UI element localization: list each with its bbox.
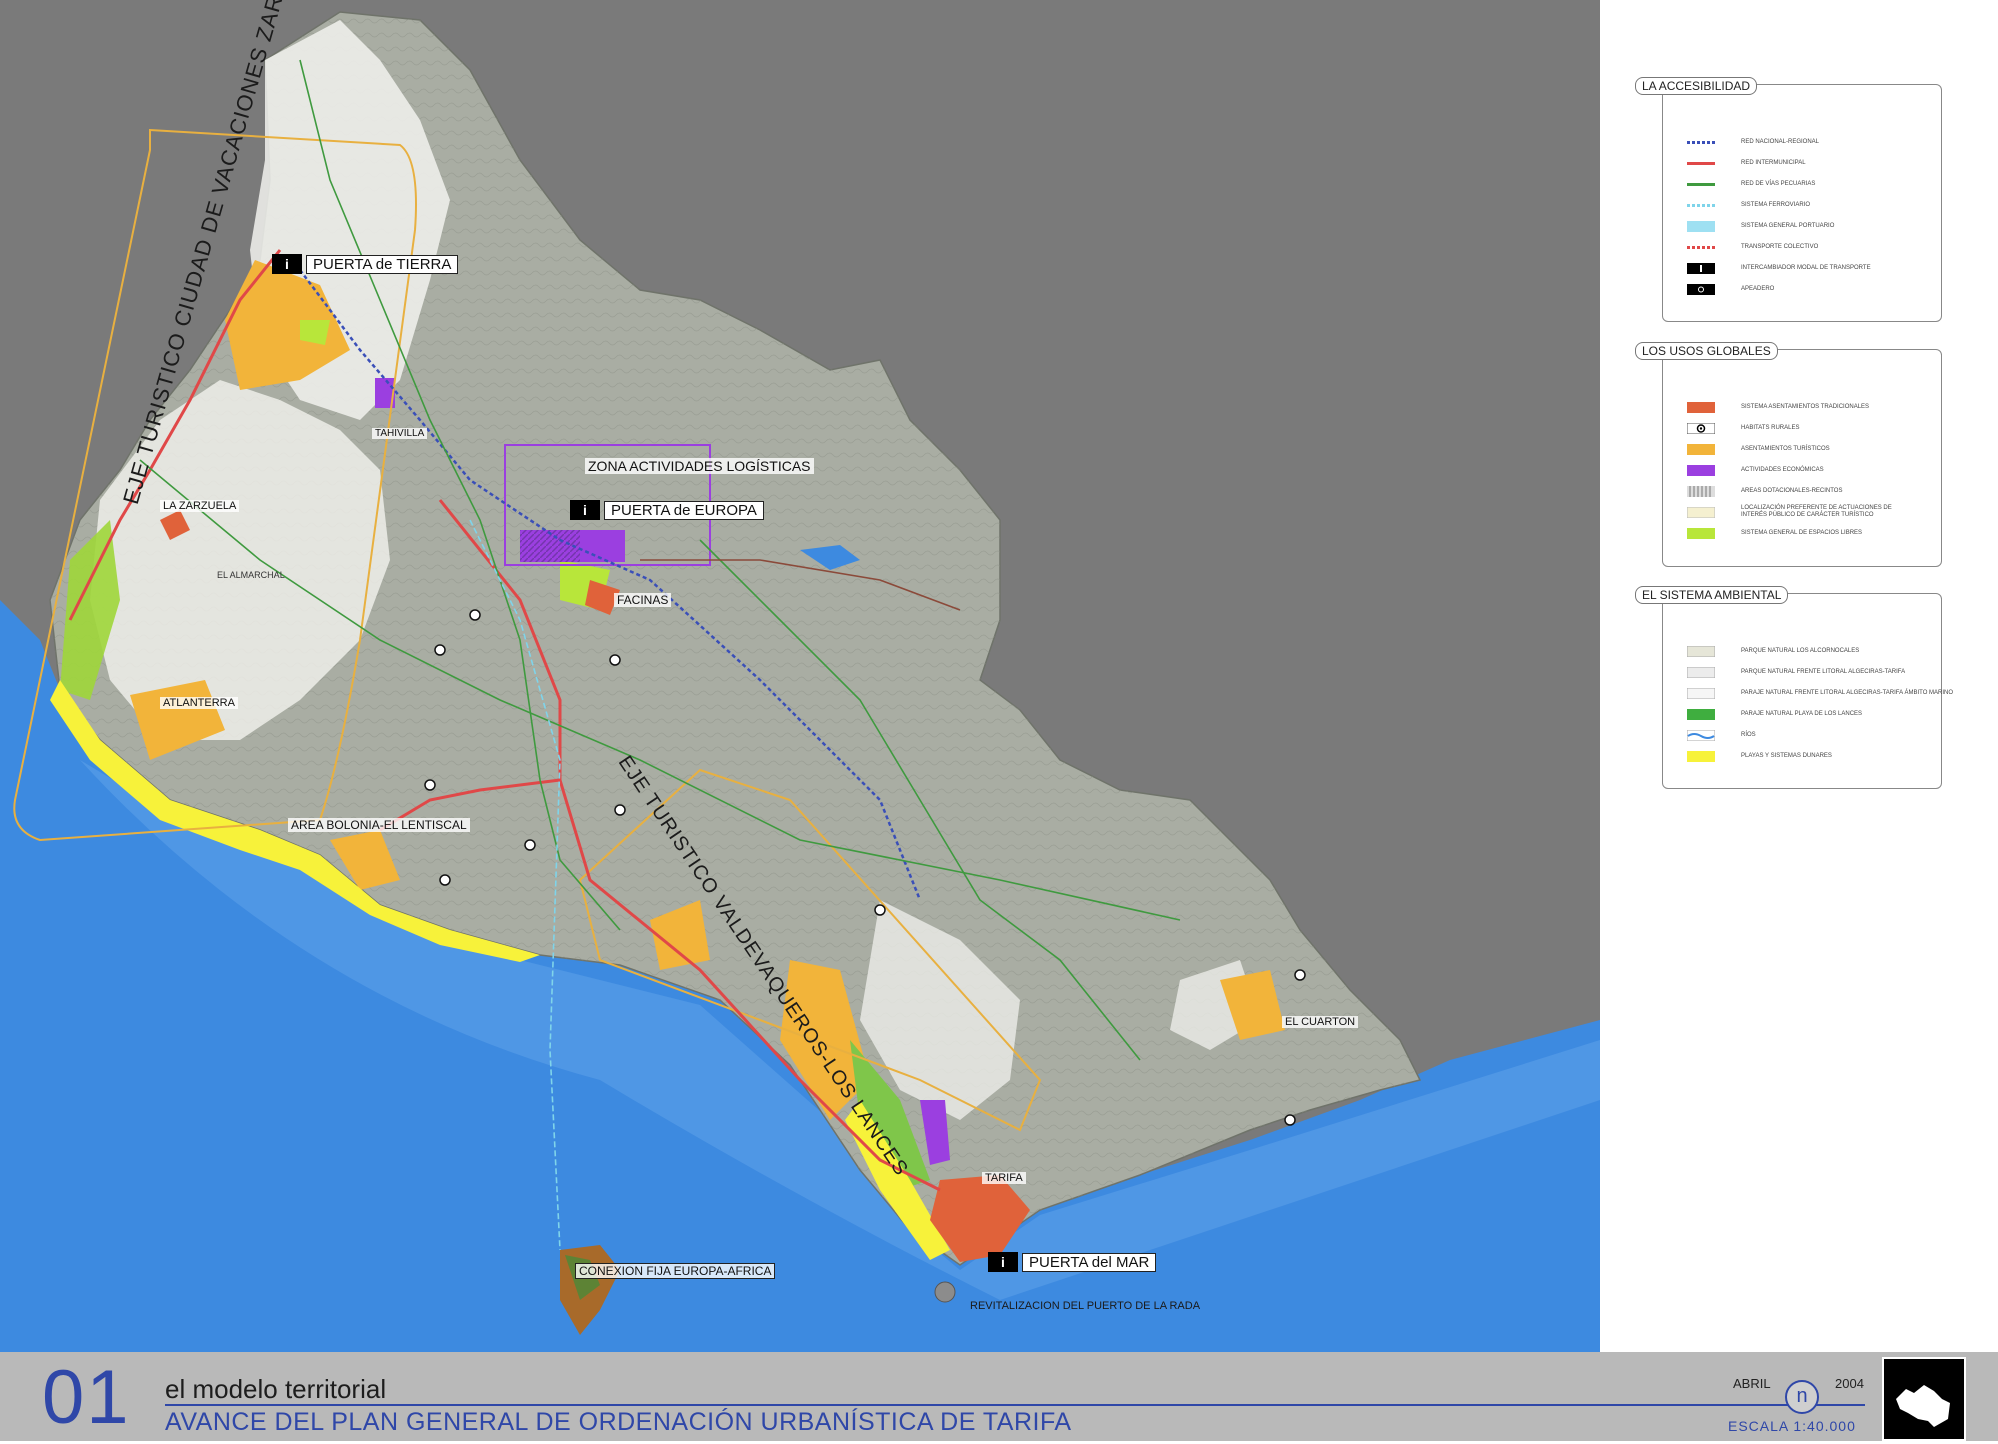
legend-usos-title: LOS USOS GLOBALES (1635, 342, 1778, 360)
scale-label: ESCALA 1:40.000 (1728, 1418, 1856, 1434)
locator-thumbnail (1882, 1357, 1966, 1441)
legend-usos: LOS USOS GLOBALES SISTEMA ASENTAMIENTOS … (1635, 342, 1942, 567)
label-facinas: FACINAS (614, 593, 672, 607)
legend-item: RED INTERMUNICIPAL (1687, 158, 1806, 169)
label-el-cuarton: EL CUARTON (1282, 1016, 1359, 1028)
puerta-tierra[interactable]: i PUERTA de TIERRA (272, 254, 459, 274)
legend-swatch-black-i (1687, 263, 1715, 274)
legend-item: SISTEMA GENERAL PORTUARIO (1687, 221, 1834, 232)
legend-swatch-marino (1687, 688, 1715, 699)
legend-swatch-river (1687, 730, 1715, 741)
sheet-title: AVANCE DEL PLAN GENERAL DE ORDENACIÓN UR… (165, 1408, 1072, 1436)
port (934, 1281, 956, 1303)
legend-item: RÍOS (1687, 730, 1756, 741)
legend-swatch-public (1687, 506, 1715, 518)
sheet-subtitle: el modelo territorial (165, 1374, 387, 1404)
legend-ambiental: EL SISTEMA AMBIENTAL PARQUE NATURAL LOS … (1635, 586, 1953, 789)
legend-swatch-alcornocales (1687, 646, 1715, 657)
legend-item: SISTEMA GENERAL DE ESPACIOS LIBRES (1687, 528, 1862, 539)
map-area[interactable]: i PUERTA de TIERRA i PUERTA de EUROPA i … (0, 0, 1600, 1352)
label-el-almarchal: EL ALMARCHAL (217, 570, 285, 580)
legend-swatch-green (1687, 528, 1715, 539)
legend-swatch-beach (1687, 751, 1715, 762)
legend-swatch-line-red (1687, 162, 1715, 165)
legend-ambiental-title: EL SISTEMA AMBIENTAL (1635, 586, 1789, 604)
legend-swatch-dotted-blue (1687, 141, 1715, 144)
title-rule (165, 1404, 1865, 1406)
legend-item: APEADERO (1687, 284, 1774, 295)
legend-item: PLAYAS Y SISTEMAS DUNARES (1687, 751, 1832, 762)
legend-item: SISTEMA FERROVIARIO (1687, 200, 1810, 211)
legend-swatch-dotted-cyan (1687, 204, 1715, 207)
intermodal-icon: i (988, 1252, 1018, 1272)
label-tarifa: TARIFA (982, 1172, 1026, 1184)
legend-item: PARAJE NATURAL FRENTE LITORAL ALGECIRAS-… (1687, 688, 1953, 699)
legend-accesibilidad-title: LA ACCESIBILIDAD (1635, 77, 1758, 95)
intermodal-icon: i (570, 500, 600, 520)
legend-swatch-ring (1687, 423, 1715, 434)
legend-swatch-urban (1687, 402, 1715, 413)
legend-panel: LA ACCESIBILIDAD RED NACIONAL-REGIONAL R… (1600, 0, 1998, 1352)
legend-accesibilidad: LA ACCESIBILIDAD RED NACIONAL-REGIONAL R… (1635, 77, 1942, 322)
legend-swatch-line-green (1687, 183, 1715, 186)
legend-swatch-lances (1687, 709, 1715, 720)
legend-item: RED DE VÍAS PECUARIAS (1687, 179, 1815, 190)
label-conexion-fija: CONEXION FIJA EUROPA-AFRICA (575, 1263, 776, 1279)
legend-swatch-economic (1687, 465, 1715, 476)
puerta-europa[interactable]: i PUERTA de EUROPA (570, 500, 764, 520)
legend-swatch-tourist (1687, 444, 1715, 455)
north-arrow-icon: n (1785, 1380, 1819, 1414)
label-revitalizacion: REVITALIZACION DEL PUERTO DE LA RADA (970, 1300, 1201, 1312)
map-canvas[interactable] (0, 0, 1600, 1352)
legend-swatch-black-o (1687, 284, 1715, 295)
date-month: ABRIL (1733, 1376, 1771, 1391)
legend-item: AREAS DOTACIONALES-RECINTOS (1687, 486, 1842, 497)
legend-swatch-fill-cyan (1687, 221, 1715, 232)
date-year: 2004 (1835, 1376, 1864, 1391)
legend-item: INTERCAMBIADOR MODAL DE TRANSPORTE (1687, 263, 1871, 274)
legend-swatch-striped (1687, 486, 1715, 497)
legend-item: PARAJE NATURAL PLAYA DE LOS LANCES (1687, 709, 1862, 720)
puerta-mar[interactable]: i PUERTA del MAR (988, 1252, 1157, 1272)
legend-item: ACTIVIDADES ECONÓMICAS (1687, 465, 1824, 476)
legend-item: LOCALIZACIÓN PREFERENTE DE ACTUACIONES D… (1687, 505, 1901, 519)
title-block: 01 el modelo territorial AVANCE DEL PLAN… (0, 1352, 1998, 1441)
legend-item: SISTEMA ASENTAMIENTOS TRADICIONALES (1687, 402, 1869, 413)
legend-swatch-dotted-red (1687, 246, 1715, 249)
legend-swatch-frente-litoral (1687, 667, 1715, 678)
label-zona-logistica: ZONA ACTIVIDADES LOGÍSTICAS (585, 458, 814, 474)
legend-item: ASENTAMIENTOS TURÍSTICOS (1687, 444, 1830, 455)
intermodal-icon: i (272, 254, 302, 274)
legend-item: PARQUE NATURAL LOS ALCORNOCALES (1687, 646, 1859, 657)
legend-item: HABITATS RURALES (1687, 423, 1799, 434)
label-tahivilla: TAHIVILLA (372, 428, 428, 439)
label-area-bolonia: AREA BOLONIA-EL LENTISCAL (288, 818, 470, 832)
sheet-number: 01 (42, 1355, 131, 1440)
label-atlanterra: ATLANTERRA (160, 697, 238, 709)
legend-item: PARQUE NATURAL FRENTE LITORAL ALGECIRAS-… (1687, 667, 1905, 678)
legend-item: TRANSPORTE COLECTIVO (1687, 242, 1818, 253)
label-la-zarzuela: LA ZARZUELA (160, 500, 240, 512)
locator-map-icon (1896, 1385, 1950, 1427)
legend-item: RED NACIONAL-REGIONAL (1687, 137, 1819, 148)
